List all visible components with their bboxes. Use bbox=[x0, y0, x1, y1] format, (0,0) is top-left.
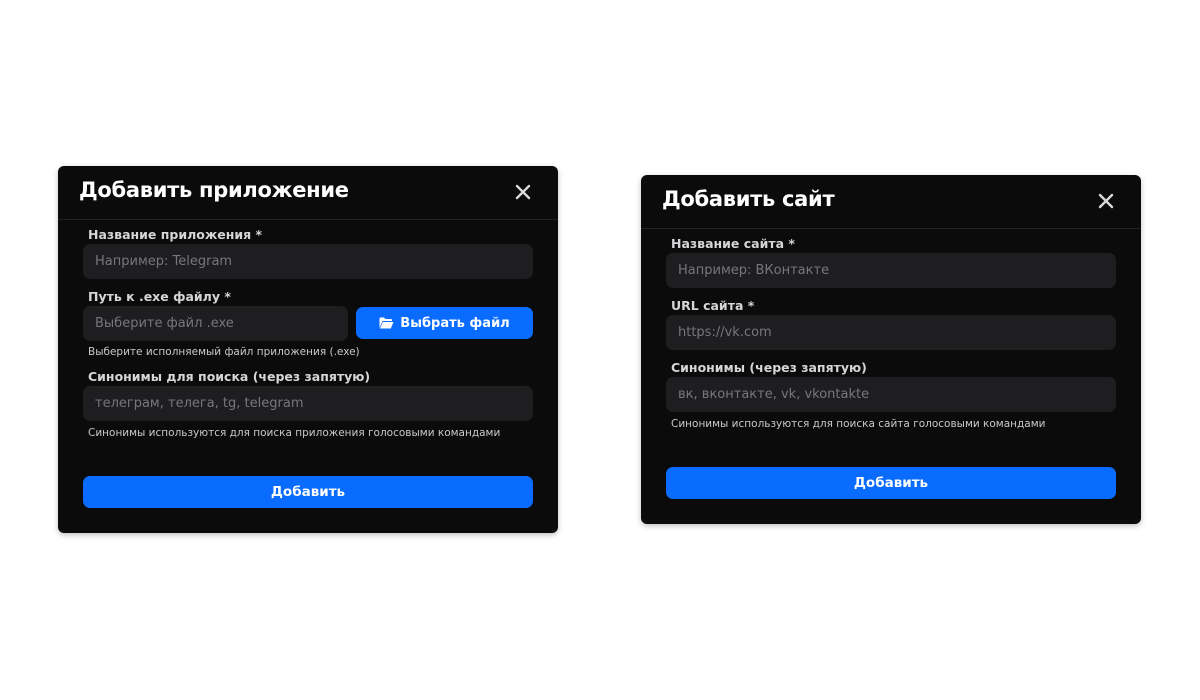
add-app-modal: Добавить приложение Название приложения … bbox=[58, 166, 558, 533]
choose-file-button[interactable]: Выбрать файл bbox=[356, 307, 533, 339]
site-name-input[interactable] bbox=[666, 253, 1116, 288]
app-synonyms-input[interactable] bbox=[83, 386, 533, 421]
exe-path-input[interactable] bbox=[83, 306, 348, 341]
site-synonyms-label: Синонимы (через запятую) bbox=[671, 360, 867, 375]
exe-path-label: Путь к .exe файлу * bbox=[88, 289, 231, 304]
close-icon bbox=[515, 184, 531, 200]
site-synonyms-input[interactable] bbox=[666, 377, 1116, 412]
app-name-input[interactable] bbox=[83, 244, 533, 279]
add-site-modal: Добавить сайт Название сайта * URL сайта… bbox=[641, 175, 1141, 524]
close-button[interactable] bbox=[1096, 191, 1116, 211]
modal-title: Добавить сайт bbox=[662, 187, 835, 211]
choose-file-label: Выбрать файл bbox=[400, 315, 510, 331]
close-icon bbox=[1098, 193, 1114, 209]
app-name-label: Название приложения * bbox=[88, 227, 263, 242]
site-synonyms-hint: Синонимы используются для поиска сайта г… bbox=[671, 418, 1046, 430]
add-app-button[interactable]: Добавить bbox=[83, 476, 533, 508]
app-synonyms-label: Синонимы для поиска (через запятую) bbox=[88, 369, 371, 384]
modal-title: Добавить приложение bbox=[79, 178, 349, 202]
add-site-button[interactable]: Добавить bbox=[666, 467, 1116, 499]
app-synonyms-hint: Синонимы используются для поиска приложе… bbox=[88, 427, 501, 439]
exe-path-hint: Выберите исполняемый файл приложения (.e… bbox=[88, 346, 360, 358]
site-name-label: Название сайта * bbox=[671, 236, 795, 251]
close-button[interactable] bbox=[513, 182, 533, 202]
modal-header: Добавить приложение bbox=[58, 166, 558, 220]
folder-open-icon bbox=[379, 317, 394, 329]
modal-header: Добавить сайт bbox=[641, 175, 1141, 229]
site-url-input[interactable] bbox=[666, 315, 1116, 350]
site-url-label: URL сайта * bbox=[671, 298, 755, 313]
